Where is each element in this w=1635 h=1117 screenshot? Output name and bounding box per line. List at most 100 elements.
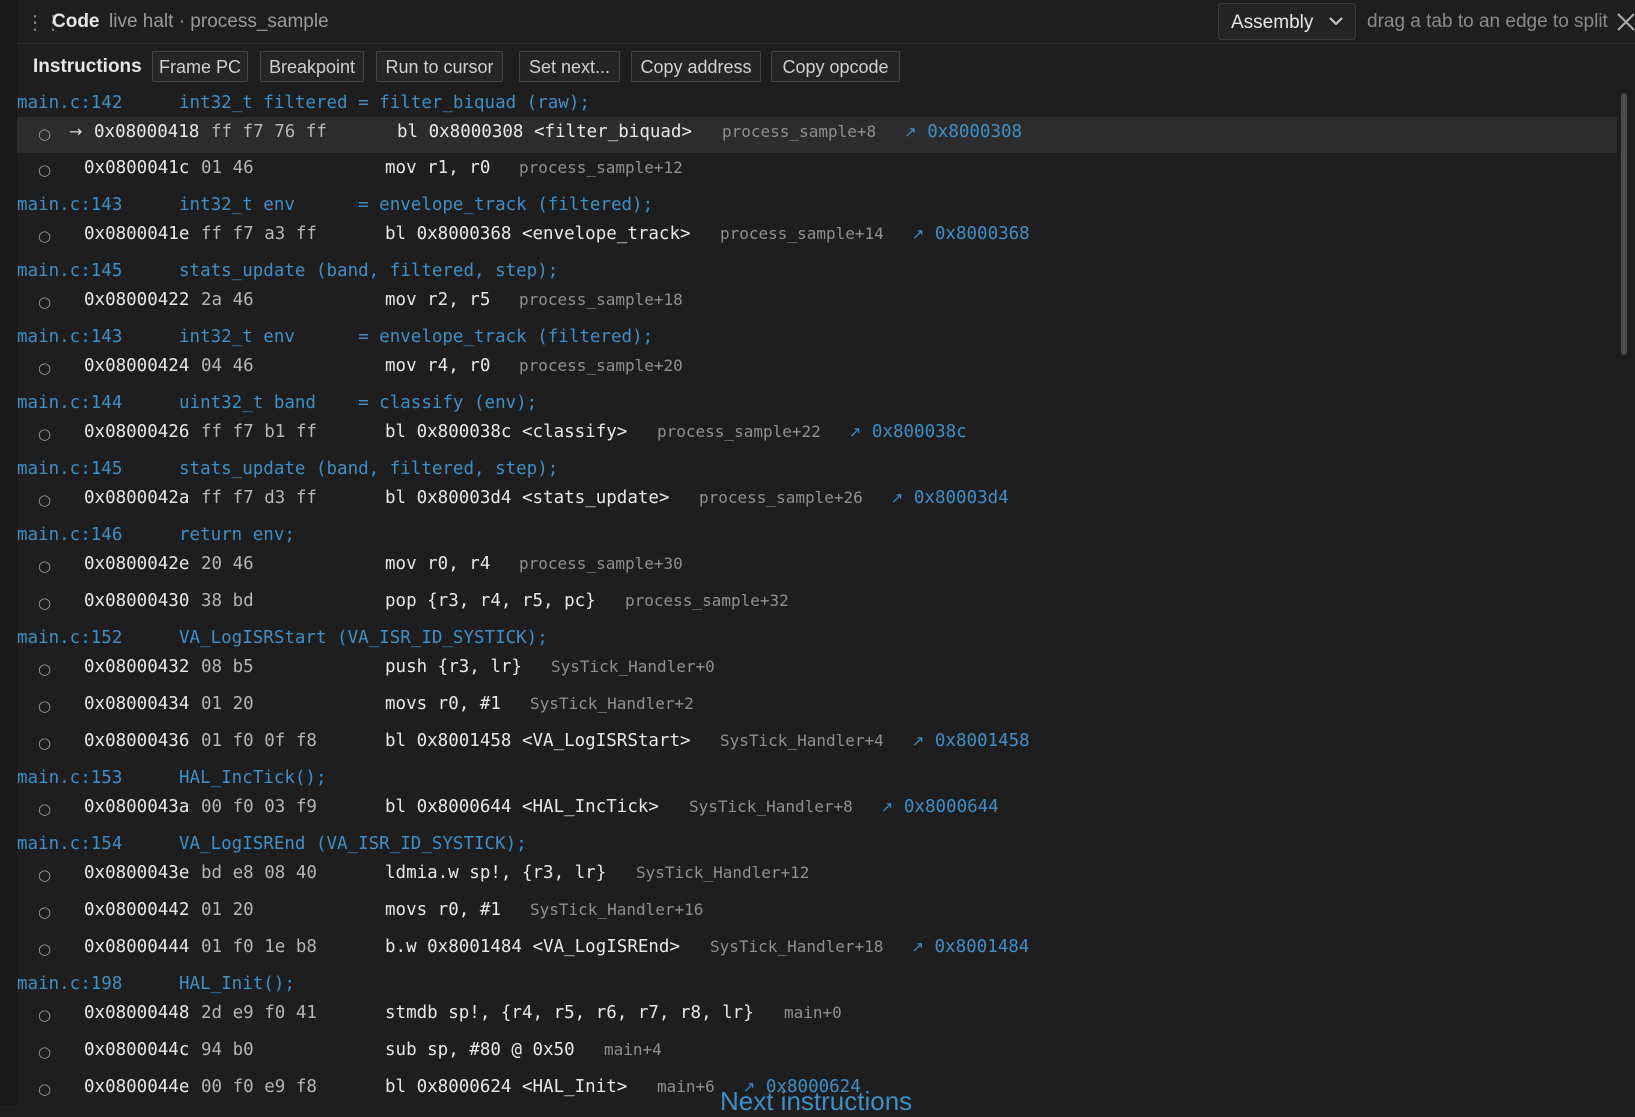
instruction-mnemonic: sub sp, #80 @ 0x50	[385, 1040, 575, 1060]
instruction-annotation: main+4	[604, 1040, 662, 1060]
instruction-mnemonic: pop {r3, r4, r5, pc}	[385, 591, 596, 611]
source-location[interactable]: main.c:154	[17, 834, 122, 854]
panel-title: Code	[52, 11, 100, 32]
source-location[interactable]: main.c:152	[17, 628, 122, 648]
breakpoint-circle-icon[interactable]: ○	[38, 594, 51, 612]
instruction-mnemonic: bl 0x800038c <classify>	[385, 422, 628, 442]
instruction-mnemonic: mov r2, r5	[385, 290, 491, 310]
frame-pc-button[interactable]: Frame PC	[152, 51, 248, 82]
source-location[interactable]: main.c:153	[17, 768, 122, 788]
instruction-address: 0x08000434	[84, 694, 190, 714]
jump-target-link[interactable]: ↗ 0x8000368	[912, 224, 1030, 244]
instruction-mnemonic: stmdb sp!, {r4, r5, r6, r7, r8, lr}	[385, 1003, 754, 1023]
source-location[interactable]: main.c:146	[17, 525, 122, 545]
breakpoint-circle-icon[interactable]: ○	[38, 940, 51, 958]
jump-target-link[interactable]: ↗ 0x8000308	[904, 122, 1022, 142]
instruction-mnemonic: mov r0, r4	[385, 554, 491, 574]
breakpoint-circle-icon[interactable]: ○	[38, 491, 51, 509]
jump-link-icon: ↗	[904, 123, 917, 141]
next-instructions-link[interactable]: Next instructions	[720, 1086, 912, 1117]
source-location[interactable]: main.c:144	[17, 393, 122, 413]
source-location[interactable]: main.c:143	[17, 195, 122, 215]
source-location[interactable]: main.c:145	[17, 459, 122, 479]
set-next-button[interactable]: Set next...	[519, 51, 620, 82]
copy-opcode-button[interactable]: Copy opcode	[771, 51, 900, 82]
breakpoint-circle-icon[interactable]: ○	[38, 557, 51, 575]
instruction-row[interactable]: ○ 0x0800042a ff f7 d3 ff bl 0x80003d4 <stat…	[17, 483, 1617, 513]
copy-address-button[interactable]: Copy address	[631, 51, 761, 82]
breakpoint-circle-icon[interactable]: ○	[38, 734, 51, 752]
symbol-offset: SysTick_Handler+2	[530, 694, 694, 713]
instruction-row-current[interactable]: ○ → 0x08000418 ff f7 76 ff bl 0x8000308 <fil…	[17, 117, 1617, 153]
instruction-row[interactable]: ○ 0x08000430 38 bd pop {r3, r4, r5, pc} proc…	[17, 586, 1617, 616]
source-location[interactable]: main.c:198	[17, 974, 122, 994]
run-to-cursor-button[interactable]: Run to cursor	[376, 51, 503, 82]
breakpoint-button[interactable]: Breakpoint	[260, 51, 364, 82]
instruction-row[interactable]: ○ 0x0800042e 20 46 mov r0, r4 process_sample…	[17, 549, 1617, 579]
instruction-row[interactable]: ○ 0x0800044c 94 b0 sub sp, #80 @ 0x50 main+4	[17, 1035, 1617, 1065]
instruction-row[interactable]: ○ 0x0800043e bd e8 08 40 ldmia.w sp!, {r3, …	[17, 858, 1617, 888]
instruction-row[interactable]: ○ 0x08000432 08 b5 push {r3, lr} SysTick_Han…	[17, 652, 1617, 682]
jump-target-link[interactable]: ↗ 0x800038c	[849, 422, 967, 442]
instruction-row[interactable]: ○ 0x0800041c 01 46 mov r1, r0 process_sample…	[17, 153, 1617, 183]
source-location[interactable]: main.c:143	[17, 327, 122, 347]
chevron-down-icon	[1329, 17, 1343, 26]
instruction-mnemonic: bl 0x8000308 <filter_biquad>	[397, 122, 693, 142]
instruction-annotation: process_sample+14 ↗ 0x8000368	[720, 224, 1030, 244]
instruction-row[interactable]: ○ 0x08000442 01 20 movs r0, #1 SysTick_Handl…	[17, 895, 1617, 925]
breakpoint-circle-icon[interactable]: ○	[38, 293, 51, 311]
scrollbar-thumb[interactable]	[1621, 93, 1627, 355]
instruction-annotation: process_sample+30	[519, 554, 683, 574]
jump-target-link[interactable]: ↗ 0x80003d4	[891, 488, 1009, 508]
source-line: main.c:142 int32_t filtered = filter_biqu…	[17, 88, 1617, 118]
instruction-row[interactable]: ○ 0x08000444 01 f0 1e b8 b.w 0x8001484 <VA_…	[17, 932, 1617, 962]
panel-header: ⋮⋮ Code live halt · process_sample Assem…	[17, 0, 1635, 44]
breakpoint-circle-icon[interactable]: ○	[38, 125, 51, 143]
symbol-offset: process_sample+26	[699, 488, 863, 507]
instruction-mnemonic: bl 0x8000644 <HAL_IncTick>	[385, 797, 659, 817]
breakpoint-circle-icon[interactable]: ○	[38, 359, 51, 377]
breakpoint-circle-icon[interactable]: ○	[38, 866, 51, 884]
breakpoint-circle-icon[interactable]: ○	[38, 425, 51, 443]
breakpoint-circle-icon[interactable]: ○	[38, 697, 51, 715]
instruction-opcode: 38 bd	[201, 591, 254, 611]
breakpoint-circle-icon[interactable]: ○	[38, 660, 51, 678]
breakpoint-circle-icon[interactable]: ○	[38, 1080, 51, 1098]
breakpoint-circle-icon[interactable]: ○	[38, 1006, 51, 1024]
close-icon[interactable]	[1615, 6, 1635, 36]
jump-link-icon: ↗	[890, 489, 904, 507]
symbol-offset: SysTick_Handler+8	[689, 797, 853, 816]
instruction-annotation: process_sample+22 ↗ 0x800038c	[657, 422, 967, 442]
jump-target-link[interactable]: ↗ 0x8001484	[911, 937, 1029, 957]
instruction-opcode: 94 b0	[201, 1040, 254, 1060]
instruction-opcode: 04 46	[201, 356, 254, 376]
vertical-scrollbar[interactable]	[1617, 88, 1635, 1105]
instruction-opcode: 01 f0 0f f8	[201, 731, 317, 751]
instruction-mnemonic: bl 0x8000368 <envelope_track>	[385, 224, 691, 244]
breakpoint-circle-icon[interactable]: ○	[38, 903, 51, 921]
jump-link-icon: ↗	[911, 732, 925, 750]
instruction-annotation: SysTick_Handler+0	[551, 657, 715, 677]
instruction-row[interactable]: ○ 0x08000448 2d e9 f0 41 stmdb sp!, {r4, r5…	[17, 998, 1617, 1028]
instruction-row[interactable]: ○ 0x0800041e ff f7 a3 ff bl 0x8000368 <enve…	[17, 219, 1617, 249]
view-mode-select[interactable]: Assembly	[1218, 3, 1356, 40]
breakpoint-circle-icon[interactable]: ○	[38, 227, 51, 245]
instruction-row[interactable]: ○ 0x08000426 ff f7 b1 ff bl 0x800038c <clas…	[17, 417, 1617, 447]
symbol-offset: SysTick_Handler+12	[636, 863, 810, 882]
view-mode-value: Assembly	[1231, 12, 1314, 33]
jump-target-link[interactable]: ↗ 0x8001458	[912, 731, 1030, 751]
instruction-address: 0x08000432	[84, 657, 190, 677]
instruction-row[interactable]: ○ 0x0800043a 00 f0 03 f9 bl 0x8000644 <HAL_…	[17, 792, 1617, 822]
source-location[interactable]: main.c:145	[17, 261, 122, 281]
breakpoint-circle-icon[interactable]: ○	[38, 1043, 51, 1061]
breakpoint-circle-icon[interactable]: ○	[38, 161, 51, 179]
jump-target-link[interactable]: ↗ 0x8000644	[881, 797, 999, 817]
instruction-row[interactable]: ○ 0x08000422 2a 46 mov r2, r5 process_sample…	[17, 285, 1617, 315]
instruction-row[interactable]: ○ 0x08000434 01 20 movs r0, #1 SysTick_Handl…	[17, 689, 1617, 719]
breakpoint-circle-icon[interactable]: ○	[38, 800, 51, 818]
current-pc-arrow-icon: →	[69, 122, 83, 141]
source-text: VA_LogISREnd (VA_ISR_ID_SYSTICK);	[179, 834, 527, 854]
instruction-row[interactable]: ○ 0x08000424 04 46 mov r4, r0 process_sample…	[17, 351, 1617, 381]
instruction-row[interactable]: ○ 0x08000436 01 f0 0f f8 bl 0x8001458 <VA_L…	[17, 726, 1617, 756]
source-location[interactable]: main.c:142	[17, 93, 122, 113]
